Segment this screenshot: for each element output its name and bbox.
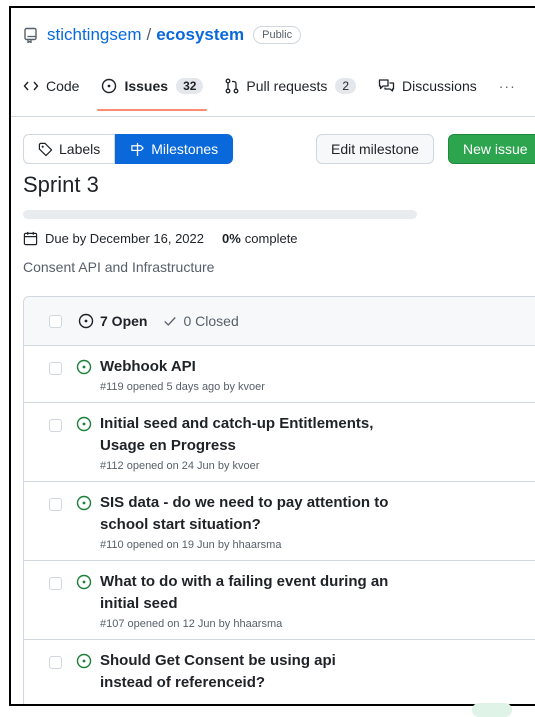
repo-icon — [24, 27, 37, 43]
issue-meta: #110 opened on 19 Jun by hhaarsma — [100, 539, 282, 551]
issue-opened-icon — [78, 313, 94, 329]
git-pull-request-icon — [225, 78, 239, 94]
issue-title-link[interactable]: Webhook API — [100, 356, 390, 378]
comment-discussion-icon — [378, 78, 395, 94]
issue-opened-icon — [76, 416, 92, 432]
milestone-due-row: Due by December 16, 2022 0% complete — [23, 231, 298, 246]
issues-count-badge: 32 — [176, 78, 204, 94]
closed-filter[interactable]: 0 Closed — [163, 313, 239, 329]
closed-count: 0 Closed — [183, 313, 239, 329]
new-issue-button[interactable]: New issue — [448, 134, 535, 164]
tabs-overflow-menu[interactable]: ··· — [499, 78, 516, 94]
repo-tabs: Code Issues 32 Pull requests 2 Discussio… — [23, 78, 516, 111]
issue-row[interactable]: SIS data - do we need to pay attention t… — [24, 482, 535, 561]
tab-pull-requests[interactable]: Pull requests 2 — [225, 78, 357, 94]
issue-checkbox[interactable] — [49, 577, 62, 590]
issue-title-link[interactable]: Initial seed and catch-up Entitlements, … — [100, 413, 390, 457]
issues-list-header: 7 Open 0 Closed — [24, 297, 535, 346]
issue-title-link[interactable]: Should Get Consent be using api instead … — [100, 650, 390, 694]
issue-checkbox[interactable] — [49, 419, 62, 432]
tag-icon — [38, 142, 53, 156]
issue-title-link[interactable]: What to do with a failing event during a… — [100, 571, 390, 615]
milestone-due-date: Due by December 16, 2022 — [45, 231, 204, 246]
open-count: 7 Open — [100, 313, 148, 329]
issue-row[interactable]: Webhook API #119 opened 5 days ago by kv… — [24, 346, 535, 403]
repo-header: stichtingsem / ecosystem Public — [23, 25, 302, 45]
repo-separator: / — [146, 25, 152, 44]
tab-discussions[interactable]: Discussions — [378, 78, 477, 94]
repo-owner-link[interactable]: stichtingsem — [47, 25, 141, 45]
milestone-percent-label: complete — [244, 231, 298, 246]
issue-opened-icon — [76, 574, 92, 590]
issue-checkbox[interactable] — [49, 656, 62, 669]
issue-opened-icon — [76, 653, 92, 669]
milestones-button-text: Milestones — [151, 141, 219, 157]
calendar-icon — [23, 231, 38, 246]
issue-checkbox[interactable] — [49, 362, 62, 375]
issue-opened-icon — [76, 495, 92, 511]
tab-code[interactable]: Code — [23, 78, 79, 94]
milestone-progress-bar — [23, 210, 417, 219]
milestone-title: Sprint 3 — [23, 172, 99, 197]
tab-issues[interactable]: Issues 32 — [97, 78, 208, 111]
code-icon — [23, 79, 39, 93]
issue-title-link[interactable]: SIS data - do we need to pay attention t… — [100, 492, 390, 536]
tab-label: Issues — [124, 78, 169, 94]
issue-row[interactable]: Initial seed and catch-up Entitlements, … — [24, 403, 535, 482]
milestones-button[interactable]: Milestones — [115, 134, 234, 164]
milestone-icon — [131, 142, 144, 156]
edit-milestone-button[interactable]: Edit milestone — [316, 134, 434, 164]
issue-opened-icon — [101, 78, 117, 94]
select-all-checkbox[interactable] — [49, 314, 62, 328]
repo-name-link[interactable]: ecosystem — [156, 25, 244, 45]
issue-row[interactable]: Should Get Consent be using api instead … — [24, 640, 535, 704]
issue-opened-icon — [76, 359, 92, 375]
labels-milestones-toggle: Labels Milestones — [23, 134, 234, 164]
issue-meta: #107 opened on 12 Jun by hhaarsma — [100, 618, 283, 630]
labels-button[interactable]: Labels — [23, 134, 116, 164]
issue-meta: #119 opened 5 days ago by kvoer — [100, 381, 265, 393]
browser-frame: stichtingsem / ecosystem Public Code Iss… — [9, 6, 535, 706]
issues-list: 7 Open 0 Closed Webhook API #119 opened … — [23, 296, 535, 704]
tab-label: Discussions — [402, 78, 477, 94]
issue-meta: #112 opened on 24 Jun by kvoer — [100, 460, 260, 472]
labels-button-text: Labels — [59, 141, 101, 157]
open-filter[interactable]: 7 Open — [78, 313, 147, 329]
tab-label: Code — [46, 78, 80, 94]
issue-row[interactable]: What to do with a failing event during a… — [24, 561, 535, 640]
check-icon — [164, 317, 177, 326]
issue-checkbox[interactable] — [49, 498, 62, 511]
visibility-badge: Public — [253, 26, 302, 44]
milestone-percent: 0% — [221, 231, 241, 246]
tabs-divider — [11, 116, 535, 117]
milestone-description: Consent API and Infrastructure — [23, 259, 215, 275]
pr-count-badge: 2 — [335, 78, 357, 94]
tab-label: Pull requests — [246, 78, 328, 94]
